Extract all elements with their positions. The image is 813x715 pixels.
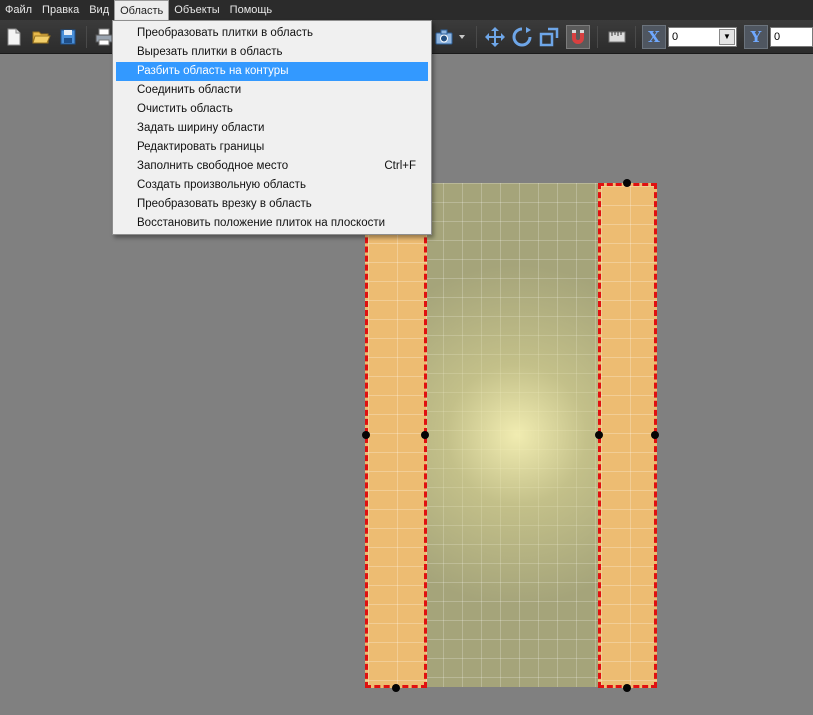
- magnet-icon[interactable]: [566, 25, 590, 49]
- save-icon[interactable]: [56, 25, 80, 49]
- menu-edit[interactable]: Правка: [37, 0, 84, 20]
- rotate-icon[interactable]: [510, 25, 534, 49]
- menu-item-restore-tile-position[interactable]: Восстановить положение плиток на плоскос…: [116, 214, 428, 233]
- new-file-icon[interactable]: [2, 25, 26, 49]
- ruler-icon[interactable]: [605, 25, 629, 49]
- menu-item-label: Задать ширину области: [137, 122, 265, 134]
- menu-item-label: Очистить область: [137, 103, 233, 115]
- menu-item-create-custom-area[interactable]: Создать произвольную область: [116, 176, 428, 195]
- menu-bar: Файл Правка Вид Область Объекты Помощь: [0, 0, 813, 20]
- area-handle[interactable]: [362, 431, 370, 439]
- menu-item-label: Редактировать границы: [137, 141, 265, 153]
- area-menu-dropdown: Преобразовать плитки в область Вырезать …: [112, 20, 432, 235]
- menu-file[interactable]: Файл: [0, 0, 37, 20]
- menu-item-label: Соединить области: [137, 84, 242, 96]
- area-handle[interactable]: [623, 684, 631, 692]
- menu-item-cut-tiles-to-area[interactable]: Вырезать плитки в область: [116, 43, 428, 62]
- move-icon[interactable]: [483, 25, 507, 49]
- area-handle[interactable]: [623, 179, 631, 187]
- menu-item-label: Разбить область на контуры: [137, 65, 289, 77]
- area-right-selected[interactable]: [598, 183, 657, 688]
- y-coordinate-value: 0: [774, 31, 781, 43]
- open-folder-icon[interactable]: [29, 25, 53, 49]
- menu-view[interactable]: Вид: [84, 0, 114, 20]
- menu-item-edit-borders[interactable]: Редактировать границы: [116, 138, 428, 157]
- y-coordinate-select[interactable]: 0: [770, 27, 813, 47]
- menu-item-clear-area[interactable]: Очистить область: [116, 100, 428, 119]
- x-coordinate-select[interactable]: 0 ▼: [668, 27, 737, 47]
- chevron-down-icon[interactable]: ▼: [719, 29, 735, 45]
- x-axis-label: X: [642, 25, 666, 49]
- menu-objects[interactable]: Объекты: [169, 0, 224, 20]
- scale-icon[interactable]: [537, 25, 561, 49]
- menu-item-split-area-into-contours[interactable]: Разбить область на контуры: [116, 62, 428, 81]
- menu-item-label: Вырезать плитки в область: [137, 46, 283, 58]
- y-axis-label: Y: [744, 25, 768, 49]
- menu-item-join-areas[interactable]: Соединить области: [116, 81, 428, 100]
- menu-item-set-area-width[interactable]: Задать ширину области: [116, 119, 428, 138]
- menu-item-shortcut: Ctrl+F: [384, 160, 416, 172]
- area-handle[interactable]: [651, 431, 659, 439]
- menu-item-convert-inset-to-area[interactable]: Преобразовать врезку в область: [116, 195, 428, 214]
- menu-item-label: Преобразовать плитки в область: [137, 27, 313, 39]
- menu-help[interactable]: Помощь: [225, 0, 278, 20]
- menu-item-label: Создать произвольную область: [137, 179, 306, 191]
- area-left-selected[interactable]: [365, 183, 427, 688]
- menu-area[interactable]: Область: [114, 0, 170, 20]
- x-coordinate-value: 0: [672, 31, 679, 43]
- menu-item-fill-free-space[interactable]: Заполнить свободное место Ctrl+F: [116, 157, 428, 176]
- area-handle[interactable]: [595, 431, 603, 439]
- toolbar-separator: [597, 26, 598, 48]
- area-handle[interactable]: [392, 684, 400, 692]
- toolbar-separator: [635, 26, 636, 48]
- menu-item-label: Преобразовать врезку в область: [137, 198, 312, 210]
- area-handle[interactable]: [421, 431, 429, 439]
- camera-dropdown-icon[interactable]: [455, 25, 469, 49]
- menu-item-convert-tiles-to-area[interactable]: Преобразовать плитки в область: [116, 24, 428, 43]
- toolbar-separator: [86, 26, 87, 48]
- camera-icon[interactable]: [432, 25, 456, 49]
- menu-item-label: Восстановить положение плиток на плоскос…: [137, 217, 386, 229]
- toolbar-separator: [476, 26, 477, 48]
- menu-item-label: Заполнить свободное место: [137, 160, 289, 172]
